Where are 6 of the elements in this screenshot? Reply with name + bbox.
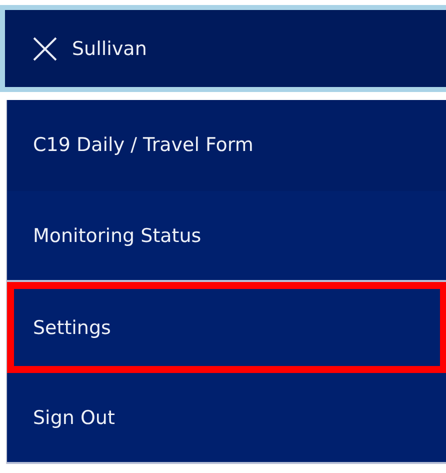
menu-item[interactable]: Sign Out xyxy=(7,373,446,464)
menu-item[interactable]: Monitoring Status xyxy=(7,191,446,282)
close-icon[interactable] xyxy=(32,36,58,62)
menu-item[interactable]: Settings xyxy=(7,282,446,373)
menu-item[interactable]: C19 Daily / Travel Form xyxy=(7,100,446,191)
user-name: Sullivan xyxy=(72,38,147,60)
